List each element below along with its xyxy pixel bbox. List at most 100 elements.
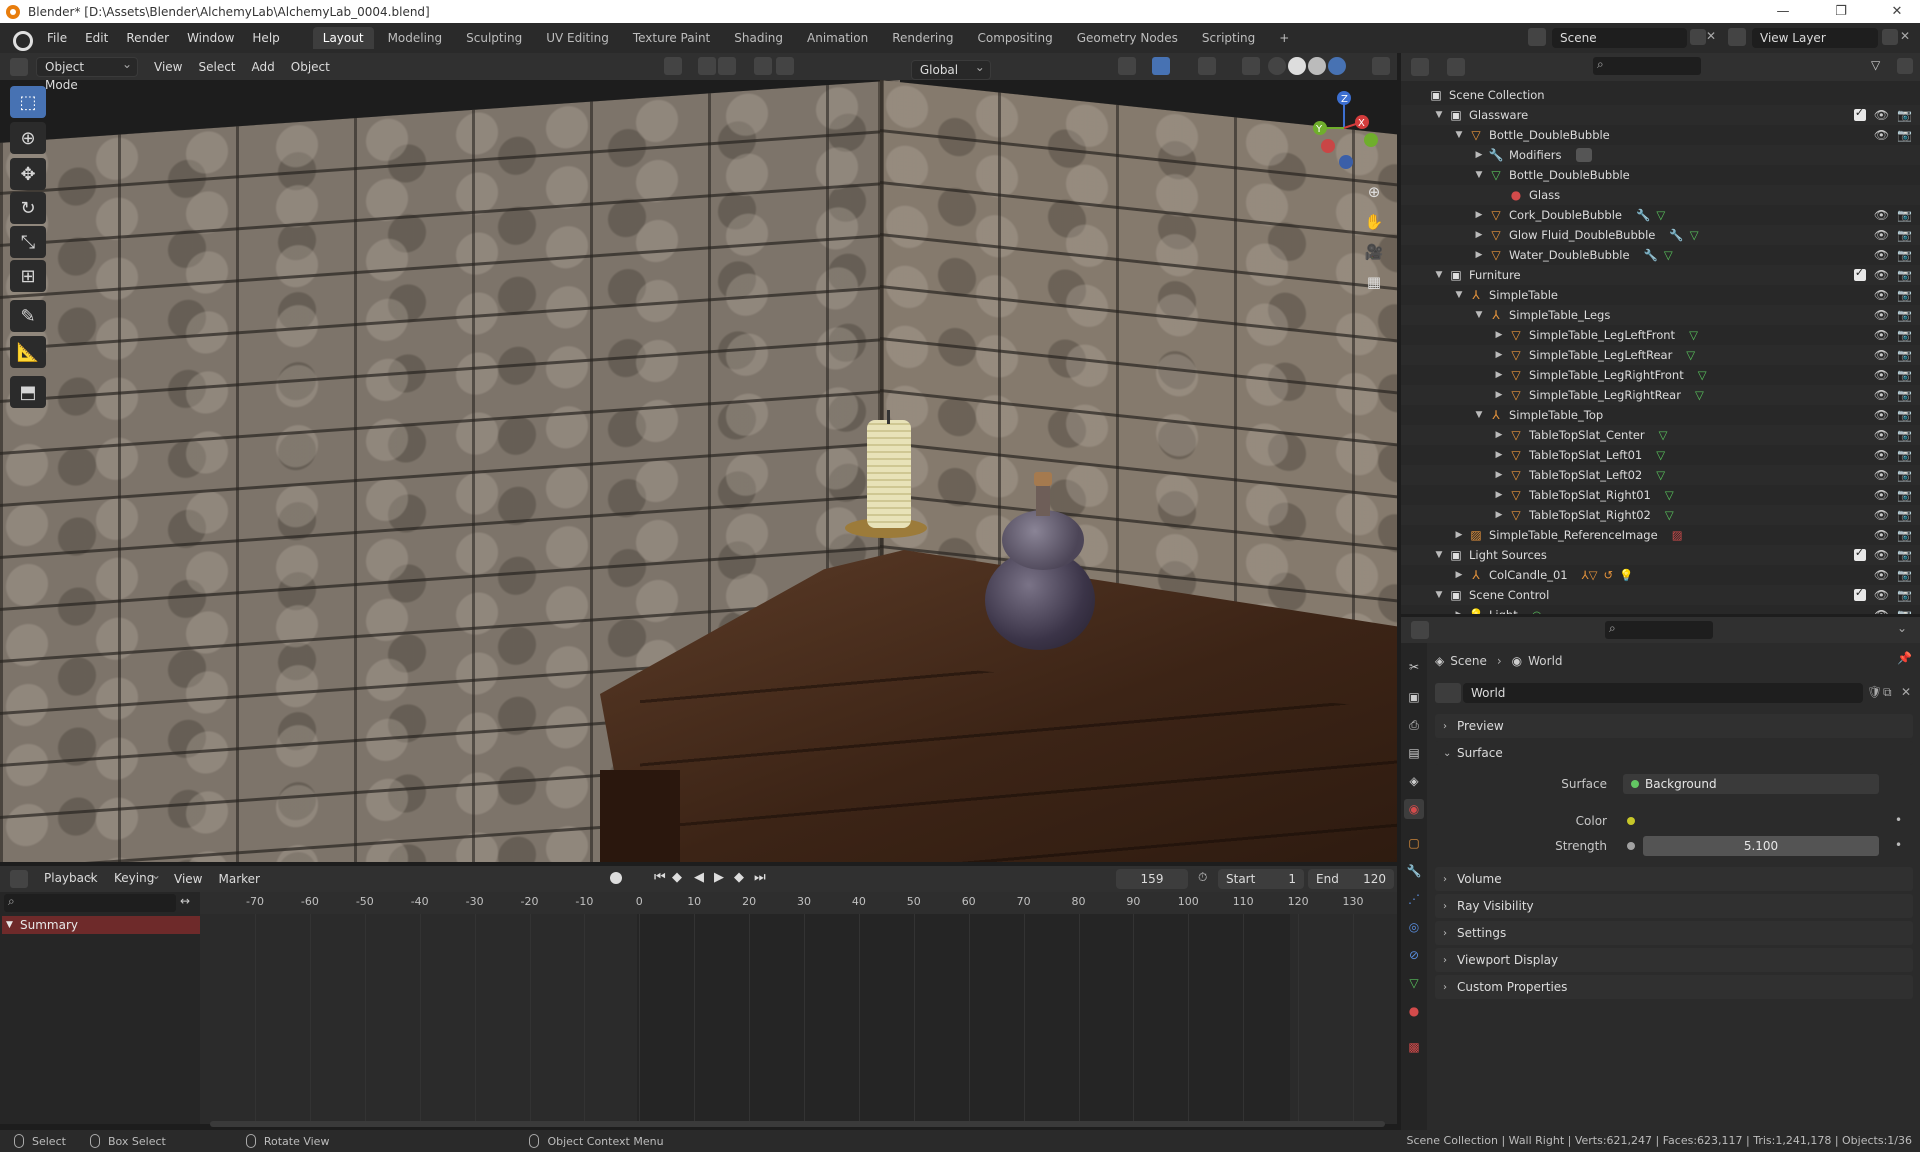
zoom-icon[interactable]: ⊕ [1360,178,1388,206]
expand-toggle-icon[interactable]: ▶ [1493,350,1505,360]
menu-window[interactable]: Window [178,23,243,53]
world-browse-icon[interactable] [1435,683,1461,703]
camera-render-icon[interactable]: 📷 [1897,128,1912,142]
outliner-row[interactable]: ▼ ▣ Glassware 👁 📷 [1401,105,1920,125]
camera-render-icon[interactable]: 📷 [1897,108,1912,122]
tool-tab-icon[interactable]: ✂ [1404,657,1424,677]
filter-icon[interactable]: ▽ [1871,58,1880,72]
transform-orientation-dropdown[interactable]: Global [910,58,991,80]
pivot-point-icon[interactable] [664,57,682,75]
gizmo-neg-x[interactable] [1321,139,1335,153]
solid-shading-icon[interactable] [1288,57,1306,75]
outliner-row[interactable]: ▶ ▽ Glow Fluid_DoubleBubble 🔧 ▽ 👁 📷 [1401,225,1920,245]
view-layer-field[interactable]: View Layer [1752,28,1878,48]
move-tool[interactable]: ✥ [10,158,46,190]
tab-geometry-nodes[interactable]: Geometry Nodes [1067,27,1188,49]
expand-toggle-icon[interactable]: ▼ [1473,170,1485,180]
outliner-row[interactable]: ▶ ▽ TableTopSlat_Right01 ▽ 👁 📷 [1401,485,1920,505]
camera-render-icon[interactable]: 📷 [1897,248,1912,262]
expand-toggle-icon[interactable]: ▶ [1493,430,1505,440]
timeline-editor-icon[interactable] [10,870,28,888]
material-shading-icon[interactable] [1308,57,1326,75]
marker-menu[interactable]: Marker [210,872,267,886]
expand-toggle-icon[interactable]: ▶ [1493,330,1505,340]
transform-tool[interactable]: ⊞ [10,260,46,292]
falloff-icon[interactable] [776,57,794,75]
expand-toggle-icon[interactable]: ▼ [1473,310,1485,320]
outliner-row[interactable]: ▼ ▣ Scene Control 👁 📷 [1401,585,1920,605]
surface-shader-field[interactable]: Background [1623,774,1879,794]
outliner-search-input[interactable] [1593,57,1701,75]
expand-toggle-icon[interactable]: ▶ [1493,470,1505,480]
minimize-button[interactable]: — [1760,0,1806,23]
eye-icon[interactable]: 👁 [1874,528,1889,542]
outliner-row[interactable]: ● Glass [1401,185,1920,205]
outliner-row[interactable]: ▶ ▽ SimpleTable_LegRightRear ▽ 👁 📷 [1401,385,1920,405]
camera-render-icon[interactable]: 📷 [1897,488,1912,502]
unlink-world-icon[interactable]: ✕ [1901,685,1911,699]
outliner-row[interactable]: ▶ ▽ TableTopSlat_Center ▽ 👁 📷 [1401,425,1920,445]
pin-icon[interactable]: 📌 [1897,651,1912,665]
eye-icon[interactable]: 👁 [1874,288,1889,302]
ortho-grid-icon[interactable]: ▦ [1360,268,1388,296]
tab-rendering[interactable]: Rendering [882,27,963,49]
camera-render-icon[interactable]: 📷 [1897,468,1912,482]
prev-keyframe-icon[interactable]: ◆ [672,870,682,885]
eye-icon[interactable]: 👁 [1874,108,1889,122]
display-mode-icon[interactable] [1447,58,1465,76]
object-tab-icon[interactable]: ▢ [1404,833,1424,853]
expand-toggle-icon[interactable]: ▼ [1433,590,1445,600]
scene-name-field[interactable]: Scene [1552,28,1687,48]
delete-view-layer-icon[interactable]: ✕ [1900,29,1910,43]
fake-user-icon[interactable]: 🛡 [1867,685,1882,699]
camera-render-icon[interactable]: 📷 [1897,568,1912,582]
camera-render-icon[interactable]: 📷 [1897,548,1912,562]
camera-render-icon[interactable]: 📷 [1897,508,1912,522]
add-cube-tool[interactable]: ⬒ [10,376,46,408]
eye-icon[interactable]: 👁 [1874,368,1889,382]
exclude-checkbox[interactable] [1853,546,1866,561]
jump-end-icon[interactable]: ⏭ [754,870,766,885]
expand-toggle-icon[interactable]: ▼ [1433,550,1445,560]
expand-toggle-icon[interactable]: ▶ [1473,250,1485,260]
expand-toggle-icon[interactable]: ▶ [1493,390,1505,400]
material-tab-icon[interactable]: ● [1404,1001,1424,1021]
camera-render-icon[interactable]: 📷 [1897,308,1912,322]
constraints-tab-icon[interactable]: ⊘ [1404,945,1424,965]
eye-icon[interactable]: 👁 [1874,568,1889,582]
surface-panel-header[interactable]: ⌄ Surface [1435,741,1913,765]
view-layer-tab-icon[interactable]: ▤ [1404,743,1424,763]
blender-menu-icon[interactable] [10,27,33,51]
menu-view[interactable]: View [146,60,190,74]
expand-toggle-icon[interactable]: ▶ [1493,370,1505,380]
rotate-tool[interactable]: ↻ [10,192,46,224]
eye-icon[interactable]: 👁 [1874,548,1889,562]
eye-icon[interactable]: 👁 [1874,488,1889,502]
visibility-icon[interactable] [1118,57,1136,75]
outliner-row[interactable]: ▶ ▽ SimpleTable_LegRightFront ▽ 👁 📷 [1401,365,1920,385]
tab-texture-paint[interactable]: Texture Paint [623,27,720,49]
eye-icon[interactable]: 👁 [1874,608,1889,614]
timeline-scrollbar[interactable] [210,1121,1385,1127]
duplicate-world-icon[interactable]: ⧉ [1883,685,1892,700]
outliner-row[interactable]: ▶ ▽ TableTopSlat_Left01 ▽ 👁 📷 [1401,445,1920,465]
eye-icon[interactable]: 👁 [1874,268,1889,282]
render-tab-icon[interactable]: ▣ [1404,687,1424,707]
snap-target-icon[interactable] [718,57,736,75]
properties-search-input[interactable] [1605,621,1713,639]
world-name-field[interactable]: World [1463,683,1863,703]
tab-uv-editing[interactable]: UV Editing [536,27,619,49]
expand-toggle-icon[interactable]: ▼ [1453,290,1465,300]
camera-render-icon[interactable]: 📷 [1897,328,1912,342]
3d-viewport[interactable]: ⬚ ⊕ ✥ ↻ ⤡ ⊞ ✎ 📐 ⬒ Z X Y ⊕ ✋ 🎥 ▦ [0,80,1397,862]
exclude-checkbox[interactable] [1853,106,1866,121]
pan-hand-icon[interactable]: ✋ [1360,208,1388,236]
annotate-tool[interactable]: ✎ [10,300,46,332]
expand-toggle-icon[interactable]: ▶ [1473,150,1485,160]
outliner-row[interactable]: ▼ ▽ Bottle_DoubleBubble 👁 📷 [1401,125,1920,145]
tab-compositing[interactable]: Compositing [967,27,1062,49]
eye-icon[interactable]: 👁 [1874,428,1889,442]
expand-toggle-icon[interactable]: ▶ [1493,450,1505,460]
gizmo-neg-z[interactable] [1339,155,1353,169]
outliner-row[interactable]: ▼ ⅄ SimpleTable_Top 👁 📷 [1401,405,1920,425]
